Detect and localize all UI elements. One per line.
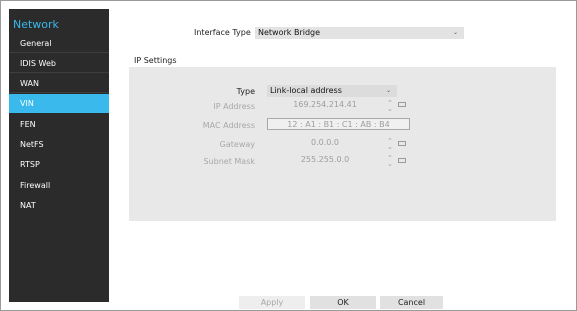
- sidebar-item-fen[interactable]: FEN: [9, 115, 109, 134]
- ip-address-label: IP Address: [213, 102, 255, 111]
- sidebar-item-label: General: [20, 39, 52, 48]
- interface-type-label: Interface Type: [194, 28, 251, 37]
- type-label: Type: [236, 87, 255, 96]
- subnet-mask-field[interactable]: 255.255.0.0: [268, 154, 382, 166]
- sidebar-item-label: RTSP: [20, 160, 40, 169]
- mac-address-label: MAC Address: [202, 121, 255, 130]
- gateway-label: Gateway: [219, 140, 255, 149]
- dropdown-caret-icon: ⌄: [452, 29, 458, 36]
- sidebar-item-label: FEN: [20, 120, 36, 129]
- sidebar: Network General IDIS Web WAN VIN FEN Net…: [9, 9, 109, 302]
- ok-button[interactable]: OK: [310, 296, 376, 309]
- sidebar-item-vin[interactable]: VIN: [9, 94, 109, 113]
- spinner-arrows-icon[interactable]: ⌃ ⌄: [387, 138, 393, 151]
- gateway-field[interactable]: 0.0.0.0: [268, 137, 382, 149]
- ip-settings-heading: IP Settings: [134, 56, 177, 65]
- spinner-arrows-icon[interactable]: ⌃ ⌄: [387, 100, 393, 113]
- sidebar-item-wan[interactable]: WAN: [9, 74, 109, 93]
- interface-type-value: Network Bridge: [258, 28, 321, 37]
- sidebar-item-label: VIN: [20, 99, 34, 108]
- sidebar-item-firewall[interactable]: Firewall: [9, 176, 109, 195]
- sidebar-title: Network: [13, 18, 59, 31]
- cancel-button[interactable]: Cancel: [380, 296, 443, 309]
- spinner-arrows-icon[interactable]: ⌃ ⌄: [387, 155, 393, 168]
- sidebar-item-label: IDIS Web: [20, 59, 56, 68]
- type-value: Link-local address: [270, 86, 342, 95]
- sidebar-item-nat[interactable]: NAT: [9, 196, 109, 215]
- type-dropdown[interactable]: Link-local address ⌄: [267, 85, 397, 97]
- keyboard-icon[interactable]: [398, 141, 406, 146]
- sidebar-item-label: NetFS: [20, 140, 44, 149]
- keyboard-icon[interactable]: [398, 158, 406, 163]
- keyboard-icon[interactable]: [398, 102, 406, 107]
- sidebar-item-label: NAT: [20, 201, 36, 210]
- sidebar-item-netfs[interactable]: NetFS: [9, 135, 109, 154]
- sidebar-item-label: WAN: [20, 79, 39, 88]
- network-settings-window: Network General IDIS Web WAN VIN FEN Net…: [0, 0, 577, 311]
- ip-address-field[interactable]: 169.254.214.41: [268, 99, 382, 111]
- sidebar-item-rtsp[interactable]: RTSP: [9, 155, 109, 174]
- interface-type-dropdown[interactable]: Network Bridge ⌄: [255, 27, 464, 39]
- subnet-mask-label: Subnet Mask: [203, 157, 255, 166]
- dropdown-caret-icon: ⌄: [385, 87, 391, 94]
- sidebar-item-idis-web[interactable]: IDIS Web: [9, 54, 109, 73]
- mac-address-field: 12 : A1 : B1 : C1 : AB : B4: [267, 118, 410, 130]
- apply-button[interactable]: Apply: [239, 296, 305, 309]
- sidebar-item-general[interactable]: General: [9, 34, 109, 53]
- sidebar-item-label: Firewall: [20, 181, 51, 190]
